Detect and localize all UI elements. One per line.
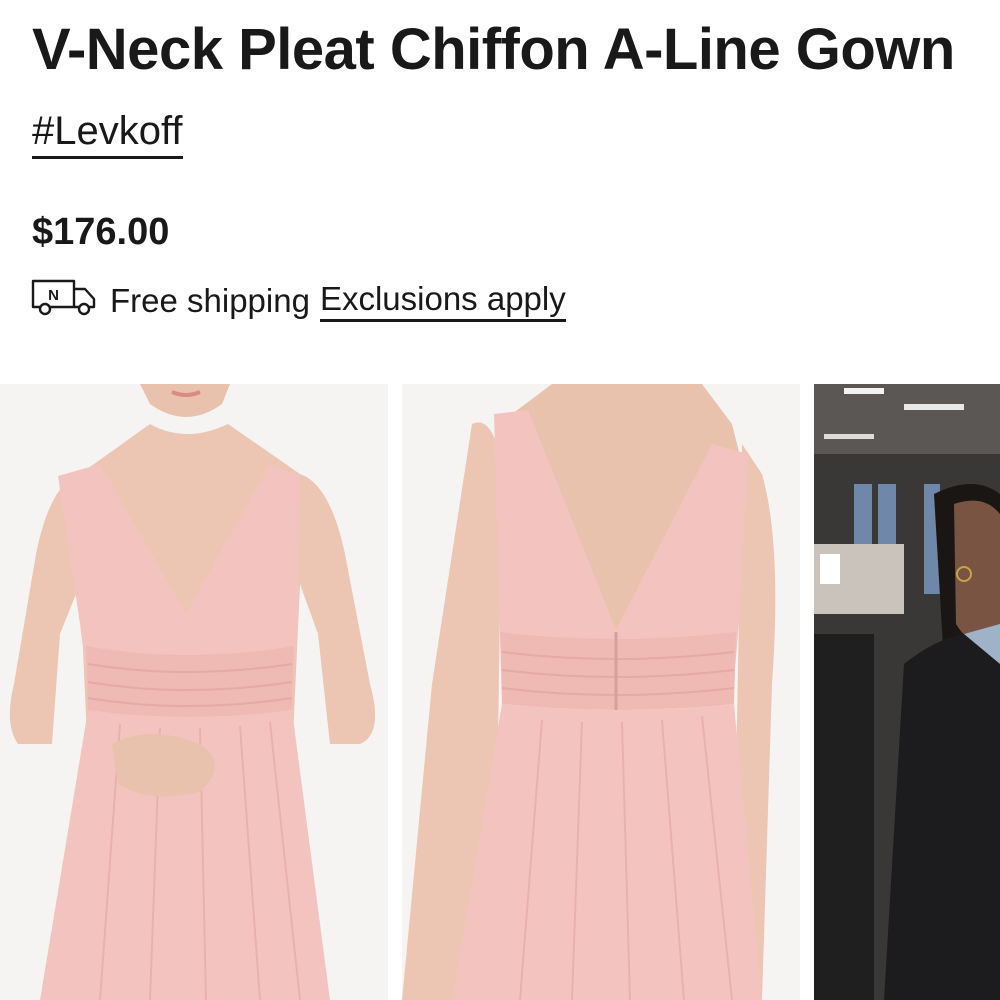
product-title: V-Neck Pleat Chiffon A-Line Gown [32,17,955,82]
delivery-truck-icon: N [30,277,110,325]
product-price: $176.00 [32,211,170,253]
free-shipping-text: Free shipping [110,282,310,319]
exclusions-apply-link[interactable]: Exclusions apply [319,280,566,322]
truck-badge-letter: N [48,287,59,304]
video-thumbnail-image[interactable] [814,384,1000,1000]
shipping-info: N Free shipping Exclusions apply [30,276,566,326]
product-image-front[interactable] [0,384,388,1000]
product-page: V-Neck Pleat Chiffon A-Line Gown #Levkof… [0,0,1000,1000]
brand-link[interactable]: #Levkoff [32,108,183,159]
product-image-back[interactable] [402,384,800,1000]
product-image-gallery [0,384,1000,1000]
